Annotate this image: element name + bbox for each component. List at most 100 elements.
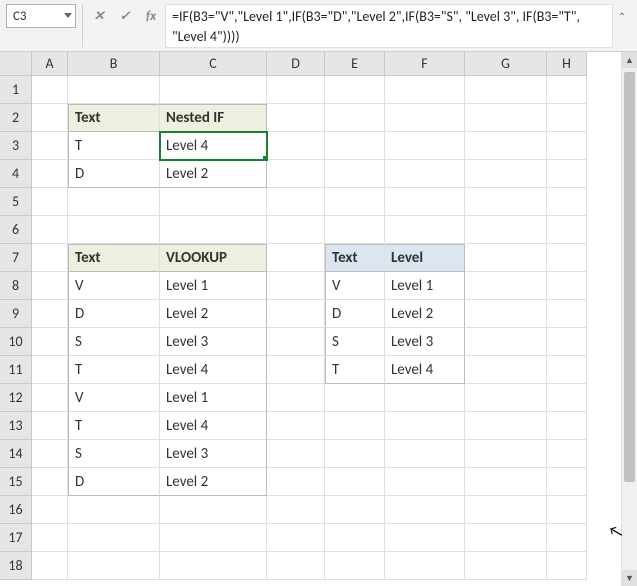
cell[interactable] xyxy=(267,216,325,244)
cell[interactable] xyxy=(32,552,68,580)
cell[interactable] xyxy=(465,300,547,328)
cell[interactable]: Level 4 xyxy=(160,412,267,440)
cell[interactable] xyxy=(68,76,160,104)
cell[interactable]: T xyxy=(325,356,385,384)
cell[interactable] xyxy=(68,216,160,244)
cell[interactable]: D xyxy=(325,300,385,328)
cell[interactable] xyxy=(32,328,68,356)
formula-input[interactable]: =IF(B3="V","Level 1",IF(B3="D","Level 2"… xyxy=(165,4,613,48)
cell[interactable] xyxy=(385,188,465,216)
cell[interactable] xyxy=(267,160,325,188)
cell[interactable] xyxy=(547,104,587,132)
cell[interactable] xyxy=(465,552,547,580)
cell[interactable] xyxy=(325,132,385,160)
cell[interactable]: T xyxy=(68,356,160,384)
cell[interactable] xyxy=(68,496,160,524)
cell[interactable] xyxy=(267,244,325,272)
cell[interactable]: Level 2 xyxy=(160,300,267,328)
column-header[interactable]: A xyxy=(32,52,68,76)
cell[interactable] xyxy=(267,188,325,216)
cell[interactable] xyxy=(465,216,547,244)
cell[interactable]: VLOOKUP xyxy=(160,244,267,272)
column-header[interactable]: F xyxy=(385,52,465,76)
column-header[interactable]: E xyxy=(325,52,385,76)
cell[interactable] xyxy=(465,412,547,440)
cell[interactable] xyxy=(32,496,68,524)
cell[interactable]: T xyxy=(68,412,160,440)
cell[interactable] xyxy=(160,76,267,104)
cell[interactable] xyxy=(325,440,385,468)
cell[interactable] xyxy=(465,104,547,132)
row-header[interactable]: 1 xyxy=(0,76,32,104)
select-all-corner[interactable] xyxy=(0,52,32,76)
cell[interactable] xyxy=(267,468,325,496)
row-header[interactable]: 6 xyxy=(0,216,32,244)
row-header[interactable]: 3 xyxy=(0,132,32,160)
cell[interactable] xyxy=(267,496,325,524)
cell[interactable] xyxy=(32,272,68,300)
cell[interactable] xyxy=(325,188,385,216)
cell[interactable]: V xyxy=(325,272,385,300)
cell[interactable] xyxy=(325,76,385,104)
cell[interactable] xyxy=(267,104,325,132)
cell[interactable] xyxy=(547,552,587,580)
cell[interactable] xyxy=(385,524,465,552)
cell[interactable]: Level 3 xyxy=(160,440,267,468)
cell[interactable] xyxy=(325,160,385,188)
cell[interactable] xyxy=(547,496,587,524)
row-header[interactable]: 15 xyxy=(0,468,32,496)
cell[interactable]: S xyxy=(68,440,160,468)
row-header[interactable]: 12 xyxy=(0,384,32,412)
vertical-scrollbar[interactable]: ▲ ▼ xyxy=(621,52,637,586)
cell[interactable] xyxy=(547,440,587,468)
cell[interactable] xyxy=(547,244,587,272)
cell[interactable] xyxy=(32,300,68,328)
cell[interactable] xyxy=(465,524,547,552)
cell[interactable]: Level 4 xyxy=(385,356,465,384)
row-header[interactable]: 14 xyxy=(0,440,32,468)
cell[interactable] xyxy=(32,160,68,188)
cell[interactable] xyxy=(325,524,385,552)
row-header[interactable]: 18 xyxy=(0,552,32,580)
row-header[interactable]: 2 xyxy=(0,104,32,132)
column-header[interactable]: D xyxy=(267,52,325,76)
cell[interactable] xyxy=(68,552,160,580)
column-header[interactable]: C xyxy=(160,52,267,76)
spreadsheet-grid[interactable]: ABCDEFGH12TextNested IF3TLevel 44DLevel … xyxy=(0,52,587,586)
cell[interactable] xyxy=(160,188,267,216)
cell[interactable]: D xyxy=(68,300,160,328)
cell[interactable] xyxy=(385,132,465,160)
cell[interactable] xyxy=(32,216,68,244)
cell[interactable] xyxy=(267,384,325,412)
cell[interactable] xyxy=(547,132,587,160)
cell[interactable]: V xyxy=(68,384,160,412)
cell[interactable] xyxy=(547,468,587,496)
cell[interactable]: V xyxy=(68,272,160,300)
cell[interactable]: Level 4 xyxy=(160,356,267,384)
cell[interactable] xyxy=(547,188,587,216)
cell[interactable]: Text xyxy=(325,244,385,272)
cell[interactable]: S xyxy=(325,328,385,356)
cell[interactable] xyxy=(160,496,267,524)
column-header[interactable]: H xyxy=(547,52,587,76)
cell[interactable] xyxy=(267,132,325,160)
cell[interactable] xyxy=(32,356,68,384)
cell[interactable] xyxy=(385,104,465,132)
cell[interactable] xyxy=(385,440,465,468)
cell[interactable] xyxy=(32,384,68,412)
cell[interactable]: D xyxy=(68,160,160,188)
cell[interactable] xyxy=(547,272,587,300)
cell[interactable] xyxy=(465,356,547,384)
cell[interactable] xyxy=(267,328,325,356)
cell[interactable]: Level 2 xyxy=(160,468,267,496)
cell[interactable] xyxy=(385,160,465,188)
cell[interactable] xyxy=(547,384,587,412)
cell[interactable] xyxy=(465,468,547,496)
cell[interactable] xyxy=(325,496,385,524)
cell[interactable] xyxy=(267,300,325,328)
row-header[interactable]: 11 xyxy=(0,356,32,384)
cell[interactable]: Level xyxy=(385,244,465,272)
row-header[interactable]: 17 xyxy=(0,524,32,552)
cell[interactable]: Level 3 xyxy=(160,328,267,356)
cell[interactable] xyxy=(465,244,547,272)
